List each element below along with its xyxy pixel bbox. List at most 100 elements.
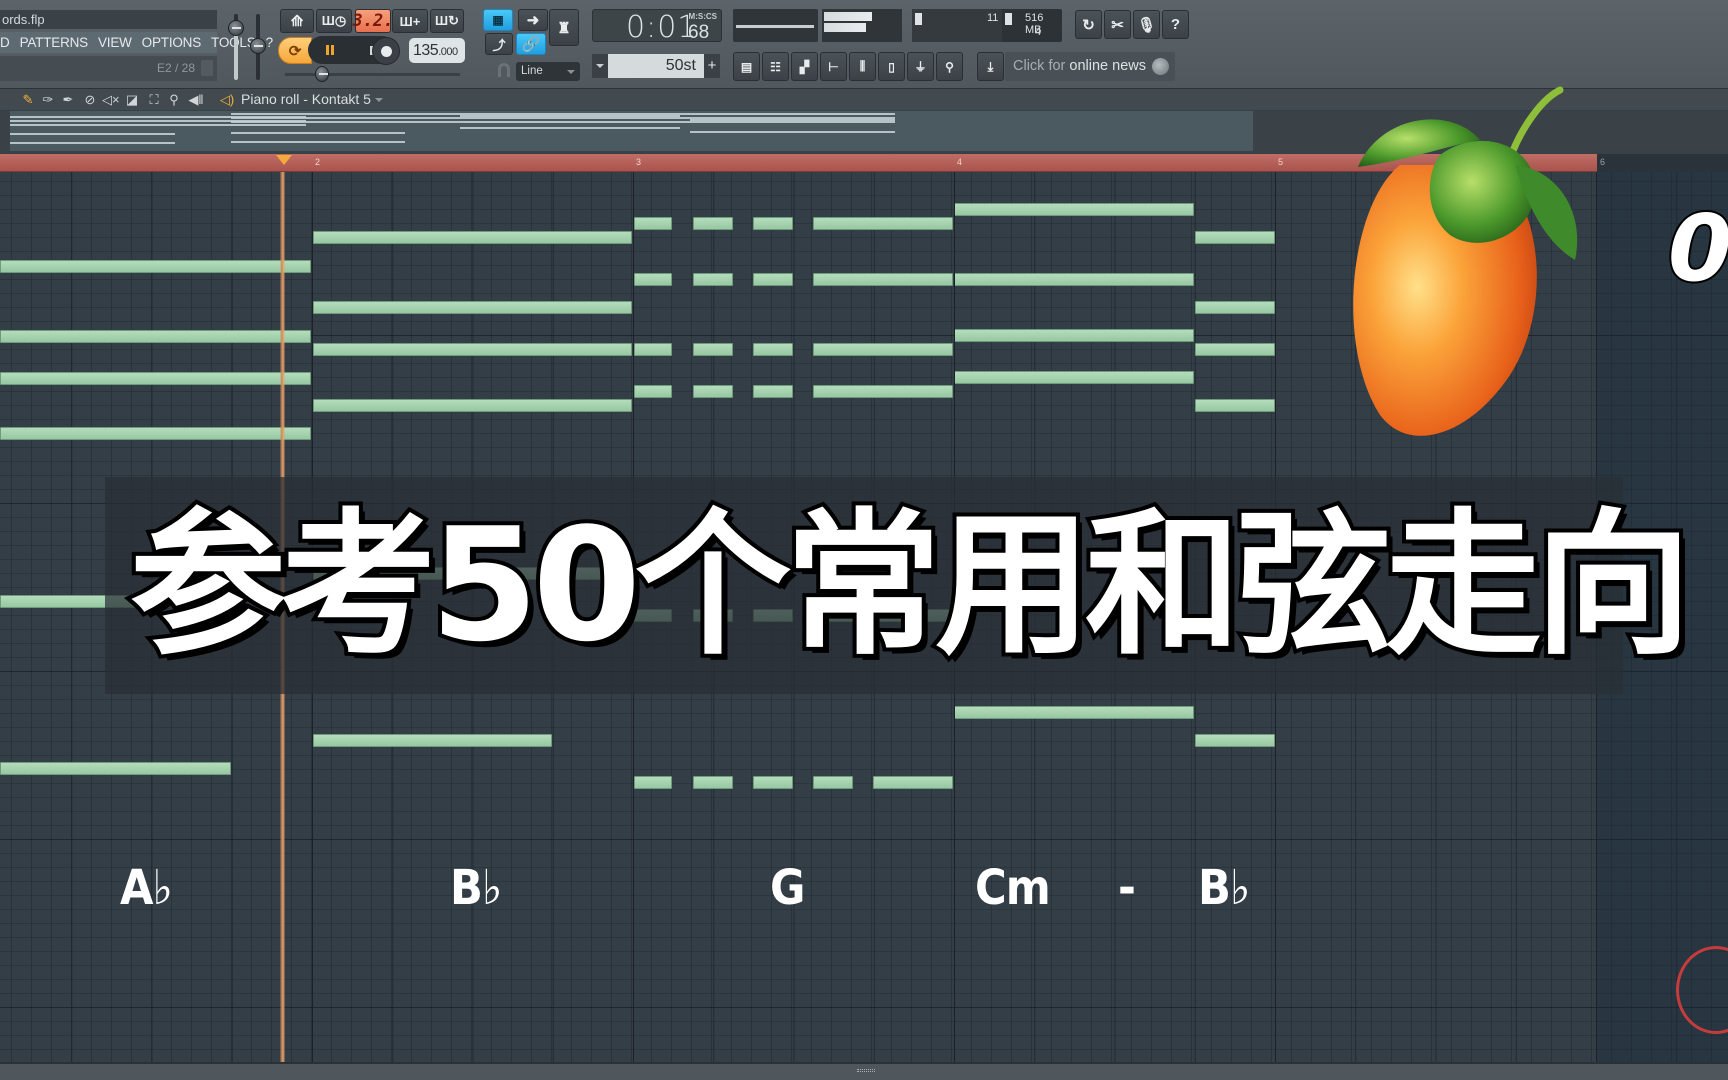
midi-note[interactable]	[954, 273, 1194, 286]
project-info-button[interactable]: ▯	[878, 52, 905, 81]
browser-button[interactable]: ➜	[518, 9, 548, 31]
wait-for-input-button[interactable]: Ш◷	[316, 9, 352, 33]
midi-note[interactable]	[753, 217, 793, 230]
midi-note[interactable]	[954, 329, 1194, 342]
midi-note[interactable]	[813, 776, 853, 789]
pause-button[interactable]	[308, 36, 352, 64]
master-volume-knob[interactable]	[228, 20, 244, 36]
speaker-icon[interactable]: ◁)	[219, 92, 235, 108]
midi-note[interactable]	[693, 776, 733, 789]
midi-note[interactable]	[634, 776, 672, 789]
menu-add[interactable]: D	[0, 35, 10, 50]
delete-icon[interactable]: ⊘	[82, 92, 98, 108]
browser-window-button[interactable]: ⊢	[820, 52, 847, 81]
snap-select[interactable]: Line	[516, 62, 580, 81]
midi-note[interactable]	[753, 776, 793, 789]
menu-patterns[interactable]: PATTERNS	[20, 35, 89, 50]
midi-note[interactable]	[954, 203, 1194, 216]
menu-view[interactable]: VIEW	[98, 35, 132, 50]
online-news-bar[interactable]: Click for online news	[1005, 52, 1175, 81]
midi-note[interactable]	[0, 330, 311, 343]
main-pitch-knob[interactable]	[315, 66, 329, 82]
plugin-button[interactable]: ⏚	[907, 52, 934, 81]
step-decrement-button[interactable]	[592, 54, 608, 78]
midi-note[interactable]	[693, 385, 733, 398]
select-icon[interactable]: ⛶	[146, 92, 162, 108]
piano-roll-button[interactable]: ▦	[483, 9, 513, 31]
slice-icon[interactable]: ◪	[124, 92, 140, 108]
midi-note[interactable]	[0, 372, 311, 385]
record-button[interactable]	[372, 37, 400, 65]
zoom-icon[interactable]: ⚲	[166, 92, 182, 108]
midi-note[interactable]	[813, 273, 953, 286]
midi-note[interactable]	[693, 273, 733, 286]
playhead-marker[interactable]	[276, 155, 292, 165]
midi-note[interactable]	[813, 343, 953, 356]
midi-note[interactable]	[634, 385, 672, 398]
menu-help[interactable]: ?	[266, 35, 274, 50]
midi-note[interactable]	[313, 399, 632, 412]
midi-note[interactable]	[313, 301, 632, 314]
master-pitch-knob[interactable]	[250, 38, 266, 54]
midi-note[interactable]	[693, 217, 733, 230]
midi-note[interactable]	[1195, 399, 1275, 412]
piano-roll-window-button[interactable]: ▞	[791, 52, 818, 81]
midi-note[interactable]	[313, 734, 552, 747]
midi-note[interactable]	[1195, 734, 1275, 747]
main-pitch-slider[interactable]	[285, 73, 460, 76]
mute-icon[interactable]: ◁×	[102, 92, 120, 108]
midi-note[interactable]	[753, 273, 793, 286]
help-button[interactable]: ?	[1162, 10, 1189, 39]
loop-record-button[interactable]: Ш↻	[430, 9, 464, 33]
mixer-button[interactable]: ⫼	[849, 52, 876, 81]
step-value-field[interactable]: 50st	[608, 54, 704, 78]
scroll-grip[interactable]	[857, 1069, 875, 1072]
pencil-icon[interactable]: ✎	[20, 92, 36, 108]
midi-note[interactable]	[753, 343, 793, 356]
midi-note[interactable]	[634, 273, 672, 286]
midi-note[interactable]	[1195, 343, 1275, 356]
step-increment-button[interactable]: +	[704, 54, 720, 78]
midi-note[interactable]	[1195, 231, 1275, 244]
paint-plus-icon[interactable]: ✒	[60, 92, 76, 108]
pattern-song-display[interactable]: 3.2.	[353, 9, 393, 33]
time-display[interactable]: 0:01 68 M:S:CS	[592, 9, 722, 45]
midi-note[interactable]	[634, 343, 672, 356]
paint-icon[interactable]: ✑	[40, 92, 56, 108]
midi-note[interactable]	[873, 776, 953, 789]
tutorial-button[interactable]: ⚲	[936, 52, 963, 81]
magnet-icon[interactable]	[498, 63, 510, 77]
midi-note[interactable]	[634, 217, 672, 230]
midi-note[interactable]	[0, 427, 311, 440]
playlist-button[interactable]: ▤	[733, 52, 760, 81]
main-knob-button[interactable]: ♜	[549, 9, 579, 46]
midi-note[interactable]	[0, 762, 231, 775]
typing-keyboard-button[interactable]: ⤴	[485, 33, 513, 55]
midi-note[interactable]	[954, 706, 1194, 719]
undo-button[interactable]: ↻	[1075, 10, 1102, 39]
link-button[interactable]: 🔗	[516, 33, 546, 55]
pattern-song-toggle[interactable]: ⟳	[278, 37, 312, 64]
playback-icon[interactable]: ◀‖	[188, 92, 204, 108]
download-button[interactable]: ⤓	[977, 52, 1004, 81]
record-audio-button[interactable]: 🎙	[1133, 10, 1160, 39]
midi-note[interactable]	[753, 385, 793, 398]
timeline-ruler-end[interactable]: 6	[1597, 154, 1728, 172]
menu-options[interactable]: OPTIONS	[142, 35, 202, 50]
piano-roll-title[interactable]: Piano roll - Kontakt 5	[241, 91, 383, 107]
tempo-field[interactable]: 135.000	[409, 38, 465, 63]
step-edit-button[interactable]: Ш+	[392, 9, 428, 33]
channel-rack-button[interactable]: ☷	[762, 52, 789, 81]
midi-note[interactable]	[313, 343, 632, 356]
midi-note[interactable]	[813, 217, 953, 230]
midi-note[interactable]	[954, 371, 1194, 384]
cut-tool-button[interactable]: ✂	[1104, 10, 1131, 39]
midi-note[interactable]	[1195, 301, 1275, 314]
midi-note[interactable]	[693, 343, 733, 356]
midi-note[interactable]	[313, 231, 632, 244]
overview-viewport[interactable]	[10, 111, 1253, 151]
horizontal-scrollbar[interactable]	[0, 1062, 1728, 1080]
metronome-button[interactable]: ⟰	[280, 9, 314, 33]
midi-note[interactable]	[0, 260, 311, 273]
midi-note[interactable]	[813, 385, 953, 398]
